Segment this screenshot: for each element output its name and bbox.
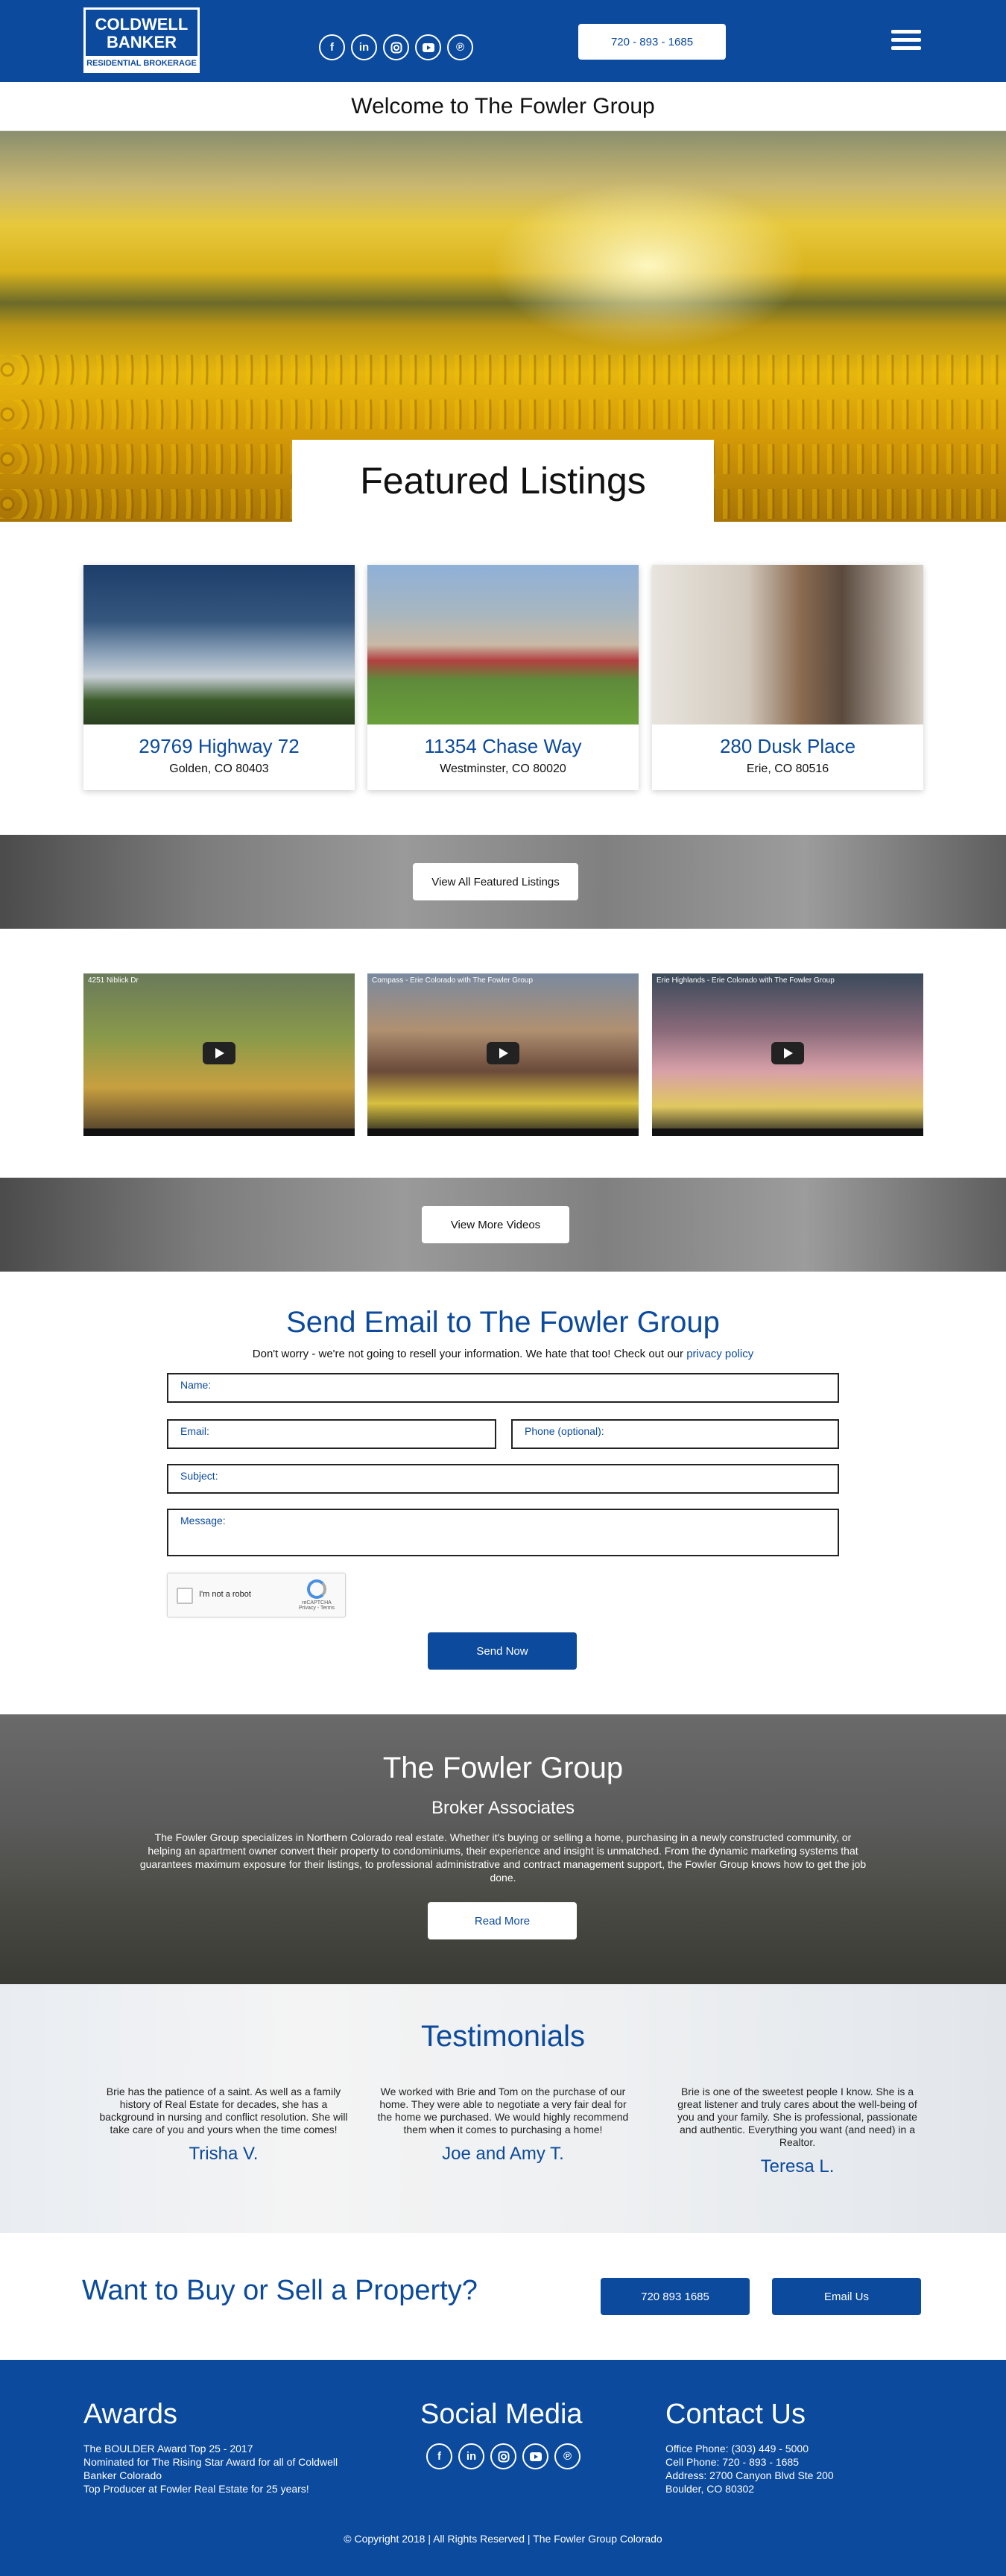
facebook-icon[interactable]: f [319, 34, 345, 60]
testimonial-author: Joe and Amy T. [442, 2144, 564, 2164]
testimonial-author: Trisha V. [189, 2144, 259, 2164]
cell-phone: Cell Phone: 720 - 893 - 1685 [665, 2456, 800, 2468]
city-state-zip: Boulder, CO 80302 [665, 2483, 755, 2495]
awards-list: The BOULDER Award Top 25 - 2017 Nominate… [83, 2442, 352, 2496]
send-now-button[interactable]: Send Now [428, 1632, 577, 1670]
site-footer: Awards The BOULDER Award Top 25 - 2017 N… [0, 2360, 1006, 2576]
play-icon[interactable] [487, 1042, 519, 1064]
about-subtitle: Broker Associates [431, 1798, 575, 1818]
featured-listings-title: Featured Listings [292, 440, 714, 522]
cta-phone-button[interactable]: 720 893 1685 [601, 2278, 750, 2315]
contact-form-subtitle: Don't worry - we're not going to resell … [0, 1348, 1006, 1360]
video-thumbnail[interactable]: Erie Highlands - Erie Colorado with The … [652, 973, 923, 1136]
linkedin-icon[interactable]: in [351, 34, 377, 60]
testimonials-title: Testimonials [420, 2020, 586, 2053]
listing-city: Golden, CO 80403 [169, 763, 269, 775]
privacy-policy-link[interactable]: privacy policy [686, 1348, 753, 1360]
video-bar [83, 1128, 355, 1136]
video-bar [652, 1128, 923, 1136]
instagram-icon[interactable] [490, 2443, 516, 2469]
youtube-icon[interactable] [522, 2443, 548, 2469]
video-thumbnail[interactable]: 4251 Niblick Dr [83, 973, 355, 1136]
about-section: The Fowler Group Broker Associates The F… [0, 1714, 1006, 1984]
pinterest-icon[interactable]: ℗ [447, 34, 473, 60]
coldwell-banker-logo[interactable]: COLDWELL BANKER RESIDENTIAL BROKERAGE [83, 7, 200, 73]
message-field[interactable]: Message: [167, 1509, 839, 1556]
youtube-icon[interactable] [415, 34, 441, 60]
play-icon[interactable] [203, 1042, 235, 1064]
instagram-icon[interactable] [383, 34, 409, 60]
testimonial-quote: Brie has the patience of a saint. As wel… [99, 2086, 348, 2135]
welcome-heading: Welcome to The Fowler Group [0, 82, 1006, 131]
view-all-band: View All Featured Listings [0, 835, 1006, 929]
social-media-title: Social Media [420, 2399, 583, 2430]
listing-address: 11354 Chase Way [424, 735, 582, 757]
logo-line-1: COLDWELL [95, 15, 189, 34]
listing-card[interactable]: 29769 Highway 72 Golden, CO 80403 [83, 565, 355, 790]
listing-address: 29769 Highway 72 [139, 735, 300, 757]
footer-social-links: f in ℗ [426, 2443, 580, 2469]
cta-email-button[interactable]: Email Us [772, 2278, 921, 2315]
listing-photo [367, 565, 639, 724]
testimonial-author: Teresa L. [760, 2156, 835, 2176]
recaptcha-checkbox[interactable] [177, 1588, 193, 1604]
view-more-band: View More Videos [0, 1178, 1006, 1272]
view-all-listings-button[interactable]: View All Featured Listings [413, 863, 578, 900]
testimonial: Brie has the patience of a saint. As wel… [97, 2086, 350, 2165]
testimonial-quote: Brie is one of the sweetest people I kno… [677, 2086, 917, 2148]
copyright: © Copyright 2018 | All Rights Reserved |… [344, 2533, 662, 2545]
address: Address: 2700 Canyon Blvd Ste 200 [665, 2469, 834, 2481]
logo-line-3: RESIDENTIAL BROKERAGE [86, 56, 197, 71]
logo-line-2: BANKER [106, 33, 177, 51]
listing-photo [652, 565, 923, 724]
listing-card[interactable]: 11354 Chase Way Westminster, CO 80020 [367, 565, 639, 790]
play-icon[interactable] [771, 1042, 804, 1064]
pinterest-icon[interactable]: ℗ [554, 2443, 580, 2469]
subtitle-text: Don't worry - we're not going to resell … [252, 1348, 684, 1360]
site-header: COLDWELL BANKER RESIDENTIAL BROKERAGE f … [0, 0, 1006, 82]
testimonials-section: Testimonials Brie has the patience of a … [0, 1984, 1006, 2233]
contact-title: Contact Us [665, 2399, 806, 2430]
hamburger-menu-icon[interactable] [891, 30, 921, 52]
header-social-links: f in ℗ [319, 34, 473, 60]
listing-city: Erie, CO 80516 [746, 763, 829, 775]
award-item: Top Producer at Fowler Real Estate for 2… [83, 2483, 309, 2495]
testimonial-quote: We worked with Brie and Tom on the purch… [377, 2086, 629, 2135]
award-item: The BOULDER Award Top 25 - 2017 [83, 2443, 253, 2455]
email-field[interactable]: Email: [167, 1419, 496, 1449]
listing-city: Westminster, CO 80020 [440, 763, 566, 775]
about-title: The Fowler Group [382, 1752, 624, 1784]
testimonial: We worked with Brie and Tom on the purch… [376, 2086, 630, 2165]
phone-field[interactable]: Phone (optional): [511, 1419, 839, 1449]
contact-details: Office Phone: (303) 449 - 5000 Cell Phon… [665, 2442, 919, 2496]
recaptcha-terms[interactable]: Privacy - Terms [294, 1606, 339, 1611]
video-thumbnail[interactable]: Compass - Erie Colorado with The Fowler … [367, 973, 639, 1136]
testimonial: Brie is one of the sweetest people I kno… [671, 2086, 924, 2177]
listing-address: 280 Dusk Place [719, 735, 856, 757]
view-more-videos-button[interactable]: View More Videos [422, 1206, 569, 1243]
facebook-icon[interactable]: f [426, 2443, 452, 2469]
cta-title: Want to Buy or Sell a Property? [82, 2275, 478, 2306]
header-phone-button[interactable]: 720 - 893 - 1685 [578, 24, 726, 60]
recaptcha-widget: I'm not a robot reCAPTCHA Privacy - Term… [167, 1573, 346, 1617]
recaptcha-logo: reCAPTCHA Privacy - Terms [294, 1579, 339, 1611]
recaptcha-icon [307, 1579, 326, 1599]
video-title: Compass - Erie Colorado with The Fowler … [372, 976, 534, 985]
listing-card[interactable]: 280 Dusk Place Erie, CO 80516 [652, 565, 923, 790]
linkedin-icon[interactable]: in [458, 2443, 484, 2469]
video-title: 4251 Niblick Dr [88, 976, 139, 985]
name-field[interactable]: Name: [167, 1373, 839, 1403]
video-title: Erie Highlands - Erie Colorado with The … [657, 976, 835, 985]
contact-form-title: Send Email to The Fowler Group [286, 1306, 720, 1339]
award-item: Nominated for The Rising Star Award for … [83, 2456, 338, 2481]
read-more-button[interactable]: Read More [428, 1902, 577, 1939]
office-phone: Office Phone: (303) 449 - 5000 [665, 2443, 809, 2455]
listing-photo [83, 565, 355, 724]
recaptcha-brand: reCAPTCHA [302, 1600, 332, 1606]
subject-field[interactable]: Subject: [167, 1464, 839, 1494]
recaptcha-label: I'm not a robot [199, 1590, 251, 1599]
about-text: The Fowler Group specializes in Northern… [139, 1831, 867, 1884]
video-bar [367, 1128, 639, 1136]
awards-title: Awards [83, 2399, 178, 2430]
